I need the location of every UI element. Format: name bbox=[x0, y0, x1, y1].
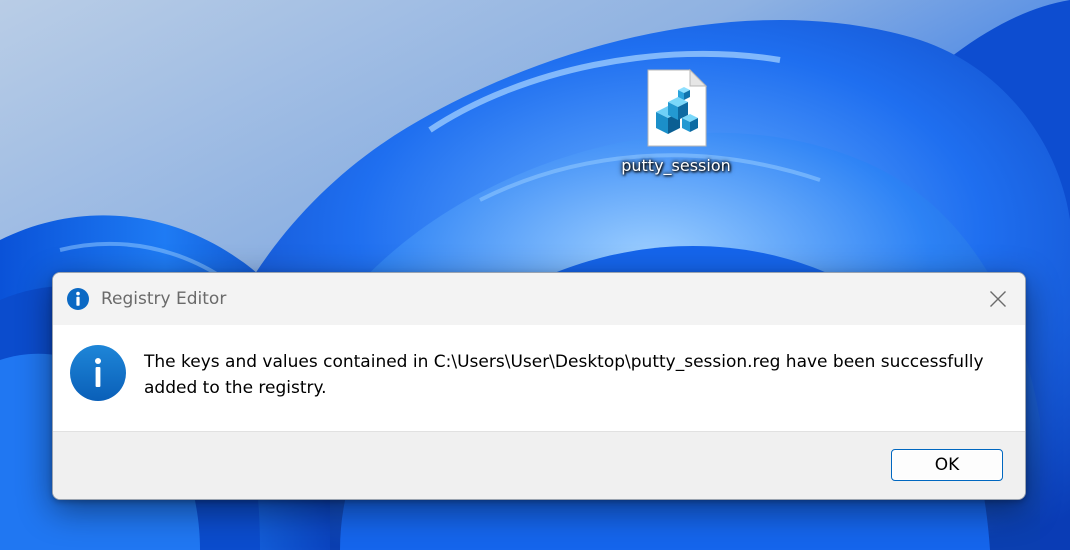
close-button[interactable] bbox=[971, 273, 1025, 325]
dialog-footer: OK bbox=[53, 431, 1025, 499]
desktop-icon-label: putty_session bbox=[621, 156, 731, 175]
info-icon bbox=[70, 345, 126, 401]
desktop: putty_session Registry Editor The keys a… bbox=[0, 0, 1070, 550]
close-icon bbox=[990, 291, 1006, 307]
info-icon bbox=[67, 288, 89, 310]
desktop-icon-putty-session[interactable]: putty_session bbox=[604, 66, 748, 190]
title-bar[interactable]: Registry Editor bbox=[53, 273, 1025, 325]
dialog-message: The keys and values contained in C:\User… bbox=[144, 352, 984, 398]
dialog-content: The keys and values contained in C:\User… bbox=[53, 325, 1025, 431]
registry-file-icon bbox=[647, 68, 708, 147]
dialog-title: Registry Editor bbox=[101, 289, 227, 309]
ok-button[interactable]: OK bbox=[891, 449, 1003, 481]
registry-editor-dialog: Registry Editor The keys and values cont… bbox=[52, 272, 1026, 500]
